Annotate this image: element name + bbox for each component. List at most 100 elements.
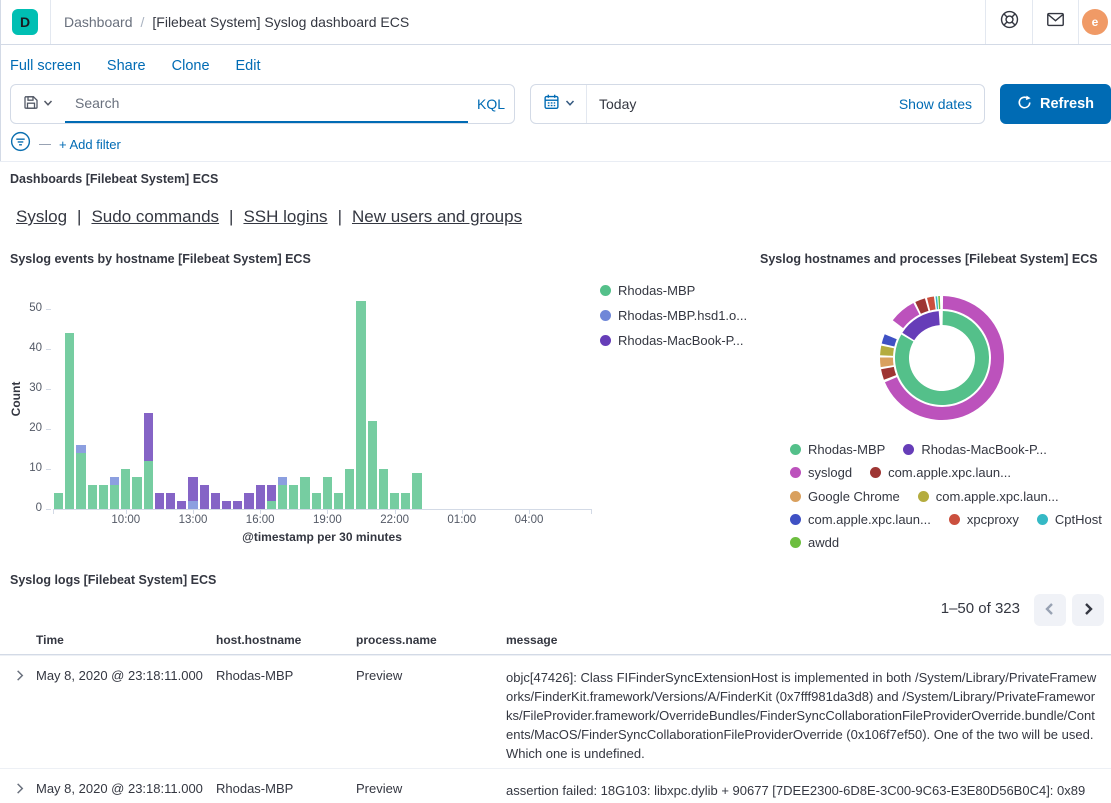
bar-segment[interactable] — [65, 333, 74, 509]
x-tick-label: 19:00 — [302, 514, 352, 526]
link-sudo-commands[interactable]: Sudo commands — [91, 207, 219, 227]
kibana-dashboard-app: D Dashboard / [Filebeat System] Syslog d… — [0, 0, 1111, 803]
donut-segment[interactable]: xpcproxy — [927, 297, 936, 311]
bar-segment[interactable] — [88, 485, 97, 509]
table-header-row: Time host.hostname process.name message — [0, 633, 1111, 655]
bar-segment[interactable] — [401, 493, 410, 509]
bar-segment[interactable] — [323, 477, 332, 509]
legend-label: com.apple.xpc.laun... — [888, 465, 1011, 480]
legend-item[interactable]: Rhodas-MacBook-P... — [600, 333, 747, 348]
legend-item[interactable]: Rhodas-MBP — [790, 442, 885, 457]
bar-segment[interactable] — [211, 493, 220, 509]
y-axis-title: Count — [9, 369, 23, 429]
bar-chart-plot[interactable] — [53, 300, 591, 509]
column-header-message: message — [506, 633, 557, 647]
full-screen-button[interactable]: Full screen — [10, 58, 81, 74]
bar-segment[interactable] — [267, 485, 276, 501]
bar-segment[interactable] — [233, 501, 242, 509]
bar-segment[interactable] — [144, 461, 153, 509]
bar-segment[interactable] — [76, 453, 85, 509]
bar-segment[interactable] — [132, 477, 141, 509]
bar-segment[interactable] — [76, 445, 85, 453]
legend-item[interactable]: awdd — [790, 535, 839, 550]
pagination-next-button[interactable] — [1072, 594, 1104, 626]
legend-item[interactable]: CptHost — [1037, 512, 1102, 527]
search-input[interactable] — [65, 85, 468, 123]
bar-segment[interactable] — [256, 485, 265, 509]
bar-segment[interactable] — [312, 493, 321, 509]
add-filter-button[interactable]: + Add filter — [59, 137, 121, 152]
refresh-icon — [1017, 95, 1032, 114]
bar-segment[interactable] — [188, 477, 197, 501]
legend-item[interactable]: xpcproxy — [949, 512, 1019, 527]
legend-item[interactable]: syslogd — [790, 465, 852, 480]
bar-segment[interactable] — [110, 485, 119, 509]
bar-segment[interactable] — [166, 493, 175, 509]
bar-segment[interactable] — [390, 493, 399, 509]
saved-query-menu-button[interactable] — [11, 85, 65, 123]
donut-segment[interactable]: com.apple.xpc.laun... — [881, 367, 896, 380]
bar-segment[interactable] — [267, 501, 276, 509]
bar-segment[interactable] — [412, 473, 421, 509]
bar-segment[interactable] — [222, 501, 231, 509]
bar-segment[interactable] — [188, 501, 197, 509]
breadcrumb-dashboard-link[interactable]: Dashboard — [64, 14, 133, 30]
help-icon — [1000, 10, 1019, 34]
bar-segment[interactable] — [278, 485, 287, 509]
bar-segment[interactable] — [379, 469, 388, 509]
bar-segment[interactable] — [289, 485, 298, 509]
link-new-users-groups[interactable]: New users and groups — [352, 207, 522, 227]
show-dates-button[interactable]: Show dates — [899, 96, 984, 112]
bar-segment[interactable] — [54, 493, 63, 509]
donut-segment[interactable]: CptHost — [936, 296, 939, 309]
filter-options-icon[interactable] — [10, 131, 31, 157]
column-header-time: Time — [36, 633, 64, 647]
bar-segment[interactable] — [99, 485, 108, 509]
legend-item[interactable]: Rhodas-MBP.hsd1.o... — [600, 308, 747, 323]
bar-segment[interactable] — [144, 413, 153, 461]
x-tick-label: 16:00 — [235, 514, 285, 526]
legend-item[interactable]: Rhodas-MacBook-P... — [903, 442, 1047, 457]
bar-segment[interactable] — [155, 493, 164, 509]
legend-label: Google Chrome — [808, 489, 900, 504]
link-syslog[interactable]: Syslog — [16, 207, 67, 227]
donut-segment[interactable]: com.apple.xpc.laun... — [880, 346, 894, 356]
pagination-prev-button[interactable] — [1034, 594, 1066, 626]
bar-segment[interactable] — [200, 485, 209, 509]
bar-segment[interactable] — [345, 469, 354, 509]
help-menu-button[interactable] — [985, 0, 1032, 44]
bar-segment[interactable] — [334, 493, 343, 509]
date-range-value[interactable]: Today — [587, 96, 636, 112]
bar-segment[interactable] — [356, 301, 365, 509]
bar-segment[interactable] — [121, 469, 130, 509]
donut-segment[interactable]: com.apple.xpc.laun... — [882, 334, 897, 346]
refresh-button[interactable]: Refresh — [1000, 84, 1111, 124]
edit-button[interactable]: Edit — [236, 58, 261, 74]
donut-segment[interactable]: awdd — [938, 296, 940, 309]
bar-segment[interactable] — [368, 421, 377, 509]
dashboard-app-icon[interactable]: D — [12, 9, 38, 35]
chevron-left-icon — [1043, 602, 1057, 619]
legend-item[interactable]: Rhodas-MBP — [600, 283, 747, 298]
donut-chart-plot[interactable]: Rhodas-MBPRhodas-MacBook-P...syslogdcom.… — [877, 293, 1007, 423]
bar-segment[interactable] — [300, 477, 309, 509]
legend-item[interactable]: com.apple.xpc.laun... — [918, 489, 1059, 504]
legend-item[interactable]: Google Chrome — [790, 489, 900, 504]
bar-segment[interactable] — [278, 477, 287, 485]
kql-syntax-button[interactable]: KQL — [468, 85, 514, 123]
expand-row-button[interactable] — [10, 779, 28, 797]
expand-row-button[interactable] — [10, 666, 28, 684]
share-button[interactable]: Share — [107, 58, 146, 74]
newsfeed-button[interactable] — [1032, 0, 1078, 44]
donut-segment[interactable]: Google Chrome — [880, 357, 894, 367]
clone-button[interactable]: Clone — [172, 58, 210, 74]
bar-segment[interactable] — [244, 493, 253, 509]
bar-segment[interactable] — [110, 477, 119, 485]
bar-segment[interactable] — [177, 501, 186, 509]
link-ssh-logins[interactable]: SSH logins — [243, 207, 327, 227]
mail-icon — [1046, 10, 1065, 34]
legend-item[interactable]: com.apple.xpc.laun... — [870, 465, 1011, 480]
legend-item[interactable]: com.apple.xpc.laun... — [790, 512, 931, 527]
date-quick-select-button[interactable] — [531, 85, 587, 123]
user-menu-button[interactable]: e — [1078, 0, 1111, 44]
